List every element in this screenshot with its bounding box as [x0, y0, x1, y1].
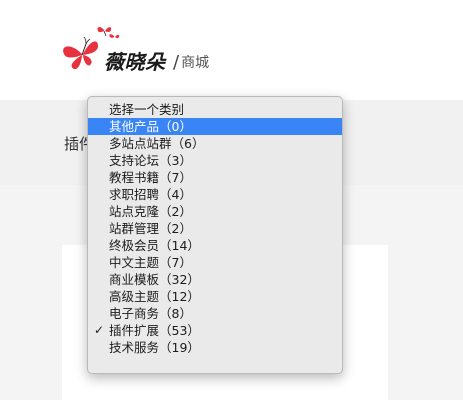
option-label: 高级主题（12）: [109, 289, 200, 304]
option-label: 插件扩展（53）: [109, 323, 200, 338]
option-label: 求职招聘（4）: [109, 187, 192, 202]
category-option-jobs[interactable]: 求职招聘（4）: [88, 186, 342, 203]
category-option-site-group-management[interactable]: 站群管理（2）: [88, 220, 342, 237]
option-label: 商业模板（32）: [109, 272, 200, 287]
site-header: 薇晓朵 / 商城: [0, 0, 463, 100]
category-dropdown-menu[interactable]: 选择一个类别 其他产品（0） 多站点站群（6） 支持论坛（3） 教程书籍（7） …: [87, 96, 343, 374]
category-option-chinese-themes[interactable]: 中文主题（7）: [88, 254, 342, 271]
option-label: 技术服务（19）: [109, 340, 200, 355]
category-option-ultimate-member[interactable]: 终极会员（14）: [88, 237, 342, 254]
category-option-placeholder[interactable]: 选择一个类别: [88, 101, 342, 118]
option-label: 选择一个类别: [109, 102, 185, 117]
logo-subtitle: / 商城: [173, 51, 210, 73]
category-option-business-templates[interactable]: 商业模板（32）: [88, 271, 342, 288]
option-label: 站群管理（2）: [109, 221, 192, 236]
option-label: 中文主题（7）: [109, 255, 192, 270]
category-option-site-clone[interactable]: 站点克隆（2）: [88, 203, 342, 220]
option-label: 终极会员（14）: [109, 238, 200, 253]
category-option-multisite[interactable]: 多站点站群（6）: [88, 135, 342, 152]
category-option-ecommerce[interactable]: 电子商务（8）: [88, 305, 342, 322]
option-label: 教程书籍（7）: [109, 170, 192, 185]
logo-divider: /: [173, 52, 180, 73]
option-label: 支持论坛（3）: [109, 153, 192, 168]
category-option-other-products[interactable]: 其他产品（0）: [88, 118, 342, 135]
category-option-tech-services[interactable]: 技术服务（19）: [88, 339, 342, 356]
category-option-support-forum[interactable]: 支持论坛（3）: [88, 152, 342, 169]
category-option-tutorial-books[interactable]: 教程书籍（7）: [88, 169, 342, 186]
logo-subtitle-text: 商城: [181, 55, 210, 71]
category-option-premium-themes[interactable]: 高级主题（12）: [88, 288, 342, 305]
logo-text: 薇晓朵: [104, 50, 166, 74]
option-label: 其他产品（0）: [109, 119, 192, 134]
category-option-plugin-extensions[interactable]: ✓ 插件扩展（53）: [88, 322, 342, 339]
option-label: 站点克隆（2）: [109, 204, 192, 219]
option-label: 多站点站群（6）: [109, 136, 205, 151]
option-label: 电子商务（8）: [109, 306, 192, 321]
checkmark-icon: ✓: [94, 323, 105, 337]
